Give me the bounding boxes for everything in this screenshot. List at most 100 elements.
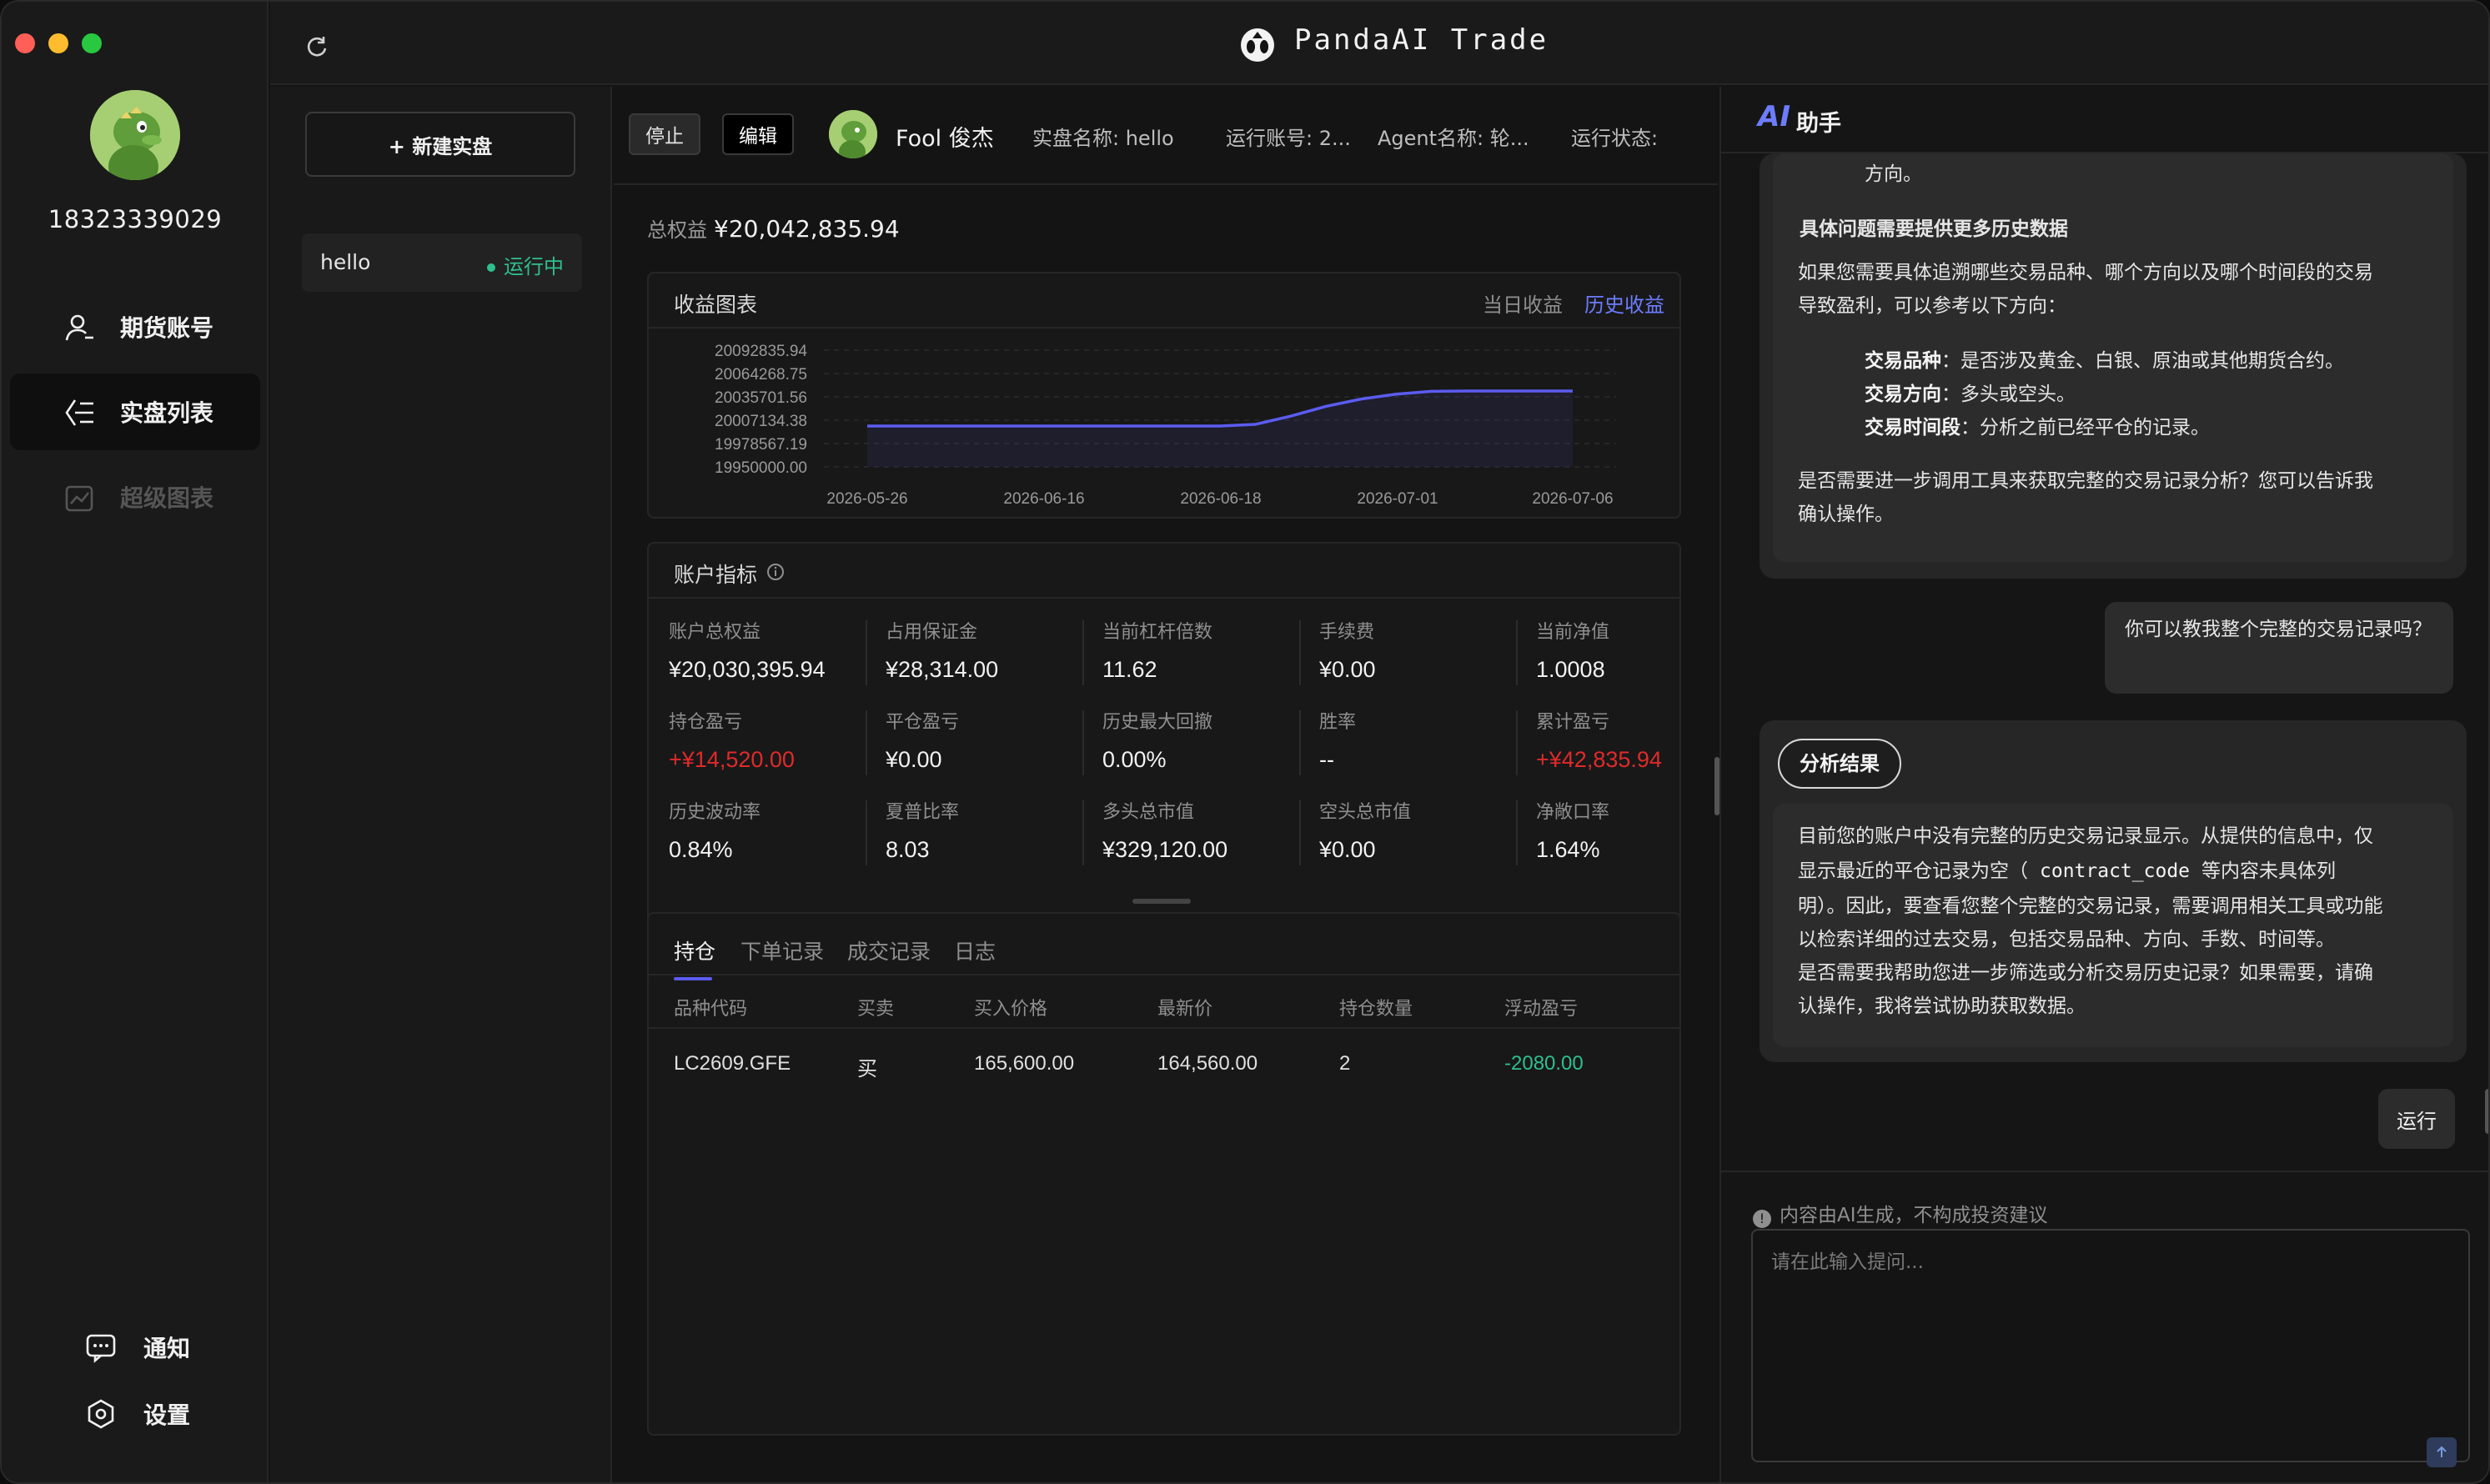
- cell-buy-price: 165,600.00: [974, 1052, 1075, 1075]
- arrow-up-icon: [2437, 1446, 2447, 1457]
- active-tab-indicator: [674, 977, 712, 980]
- tab-orders[interactable]: 下单记录: [740, 935, 824, 965]
- nav-live-list[interactable]: 实盘列表: [10, 374, 260, 450]
- assistant-title: 助手: [1796, 111, 1841, 137]
- tab-logs[interactable]: 日志: [954, 935, 996, 965]
- live-list-panel: + 新建实盘 hello 运行中: [270, 87, 612, 1482]
- ai-assistant-panel: AI 助手 方向。 具体问题需要提供更多历史数据 如果您需要具体追溯哪些交易品种…: [1719, 87, 2488, 1482]
- analysis-result-badge: 分析结果: [1778, 739, 1901, 789]
- metric-value: 1.64%: [1536, 837, 1600, 862]
- tab-positions[interactable]: 持仓: [674, 935, 715, 965]
- metric-label: 当前净值: [1536, 622, 1610, 643]
- message-text: 认操作，我将尝试协助获取数据。: [1798, 995, 2086, 1017]
- close-window-button[interactable]: [15, 33, 35, 53]
- ai-logo-icon: AI: [1758, 100, 1790, 133]
- pnl-chart-panel: 收益图表 当日收益 历史收益 20092835.94 20064268.75 200…: [647, 272, 1681, 519]
- y-tick-label: 19978567.19: [715, 436, 807, 454]
- dino-avatar-icon: [829, 110, 877, 158]
- metric-divider: [1299, 800, 1301, 865]
- metric-value: +¥42,835.94: [1536, 747, 1662, 772]
- stop-button[interactable]: 停止: [629, 113, 700, 155]
- list-item-name: hello: [320, 250, 371, 274]
- metric-item: 净敞口率 1.64%: [1536, 797, 1736, 863]
- y-tick-label: 20092835.94: [715, 343, 807, 360]
- message-text-part: 等内容未具体列: [2201, 860, 2337, 882]
- header-divider: [649, 1027, 1679, 1029]
- list-item[interactable]: hello 运行中: [302, 233, 582, 292]
- metric-divider: [1516, 710, 1518, 775]
- info-icon[interactable]: [766, 562, 786, 582]
- cell-quantity: 2: [1339, 1052, 1351, 1075]
- maximize-window-button[interactable]: [82, 33, 102, 53]
- metric-item: 占用保证金 ¥28,314.00: [886, 617, 1086, 683]
- edit-button[interactable]: 编辑: [722, 113, 794, 155]
- message-heading: 具体问题需要提供更多历史数据: [1800, 218, 2068, 240]
- nav-label: 超级图表: [120, 484, 214, 512]
- instance-name: 实盘名称: hello: [1032, 127, 1174, 150]
- assistant-scrollbar[interactable]: [2485, 1089, 2488, 1134]
- cell-last-price: 164,560.00: [1157, 1052, 1258, 1075]
- message-text: 确认操作。: [1798, 504, 1894, 525]
- message-text: 以检索详细的过去交易，包括交易品种、方向、手数、时间等。: [1798, 929, 2335, 950]
- message-icon: [86, 1334, 116, 1363]
- settings-button[interactable]: 设置: [85, 1396, 190, 1432]
- metric-value: ¥20,030,395.94: [669, 657, 826, 682]
- status-text: 运行中: [504, 255, 564, 278]
- metric-divider: [1299, 710, 1301, 775]
- metric-value: ¥0.00: [1319, 837, 1376, 862]
- metric-divider: [1299, 620, 1301, 685]
- bullet-value: ：是否涉及黄金、白银、原油或其他期货合约。: [1941, 350, 2344, 372]
- message-text: 明）。因此，要查看您整个完整的交易记录，需要调用相关工具或功能: [1798, 895, 2383, 917]
- x-tick-label: 2026-07-06: [1532, 490, 1613, 508]
- dino-avatar-icon: [90, 90, 180, 180]
- x-tick-label: 2026-05-26: [826, 490, 907, 508]
- tab-trades[interactable]: 成交记录: [847, 935, 931, 965]
- nav-super-chart[interactable]: 超级图表: [10, 459, 260, 535]
- resize-handle[interactable]: [1132, 899, 1191, 904]
- refresh-icon[interactable]: [305, 35, 329, 58]
- metrics-header: 账户指标: [649, 544, 1679, 599]
- total-equity-label: 总权益: [647, 218, 707, 242]
- pnl-chart: 20092835.94 20064268.75 20035701.56 2000713…: [715, 343, 1616, 508]
- notifications-button[interactable]: 通知: [85, 1329, 190, 1366]
- account-phone: 18323339029: [48, 205, 223, 233]
- message-text-part: 显示最近的平仓记录为空（: [1798, 860, 2028, 882]
- user-icon: [65, 314, 93, 341]
- total-equity-value: ¥20,042,835.94: [714, 215, 900, 243]
- metric-label: 占用保证金: [886, 622, 978, 643]
- tab-history-pnl[interactable]: 历史收益: [1584, 288, 1664, 318]
- metric-label: 历史波动率: [669, 802, 761, 823]
- bullet-key: 交易方向: [1865, 384, 1941, 405]
- metric-item: 当前杠杆倍数 11.62: [1102, 617, 1303, 683]
- message-text: 显示最近的平仓记录为空（ contract_code 等内容未具体列: [1798, 854, 2336, 889]
- metric-divider: [1516, 800, 1518, 865]
- send-button[interactable]: [2427, 1437, 2457, 1467]
- minimize-window-button[interactable]: [48, 33, 68, 53]
- bullet-value: ：多头或空头。: [1941, 384, 2076, 405]
- message-text: 方向。: [1865, 163, 1922, 185]
- metric-label: 账户总权益: [669, 622, 761, 643]
- run-button[interactable]: 运行: [2378, 1089, 2455, 1149]
- metric-value: ¥0.00: [886, 747, 942, 772]
- run-account: 运行账号: 2...: [1226, 127, 1351, 150]
- notifications-label: 通知: [143, 1335, 191, 1362]
- message-bullet: 交易时间段：分析之前已经平仓的记录。: [1865, 410, 2210, 445]
- metric-divider: [1516, 620, 1518, 685]
- agent-name: Agent名称: 轮...: [1378, 127, 1529, 150]
- user-message: 你可以教我整个完整的交易记录吗？: [2105, 602, 2453, 694]
- run-status: 运行状态:: [1571, 127, 1659, 150]
- metric-value: 11.62: [1102, 657, 1157, 682]
- nav-futures-accounts[interactable]: 期货账号: [10, 288, 260, 365]
- metric-item: 当前净值 1.0008: [1536, 617, 1736, 683]
- series-area: [867, 391, 1573, 467]
- avatar[interactable]: [90, 90, 180, 180]
- metric-item: 累计盈亏 +¥42,835.94: [1536, 707, 1736, 773]
- tabs-divider: [649, 974, 1679, 975]
- table-row[interactable]: LC2609.GFE 买 165,600.00 164,560.00 2 -20…: [649, 1030, 1679, 1097]
- new-live-button[interactable]: + 新建实盘: [305, 112, 575, 177]
- question-input[interactable]: [1751, 1229, 2470, 1462]
- message-bullet: 交易品种：是否涉及黄金、白银、原油或其他期货合约。: [1865, 343, 2344, 379]
- tab-daily-pnl[interactable]: 当日收益: [1483, 288, 1563, 318]
- metric-label: 夏普比率: [886, 802, 960, 823]
- positions-panel: 持仓 下单记录 成交记录 日志 品种代码 买卖 买入价格 最新价 持仓数量 浮动…: [647, 912, 1681, 1436]
